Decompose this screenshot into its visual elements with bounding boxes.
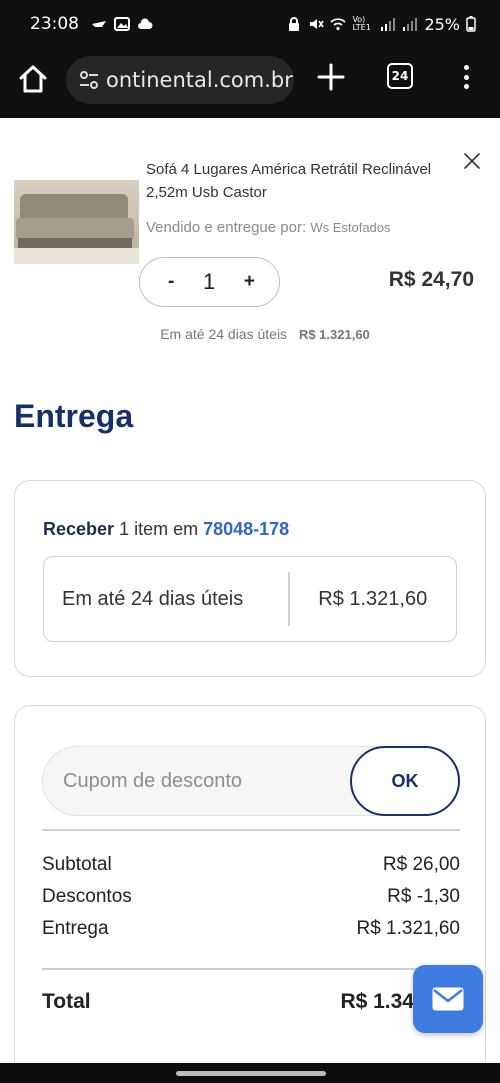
product-price: R$ 24,70 (388, 268, 474, 291)
cloud-notification-icon (138, 18, 153, 29)
signal-icon (381, 18, 396, 31)
home-icon[interactable] (16, 62, 50, 96)
coupon-field: OK (42, 746, 460, 816)
seller-name[interactable]: Ws Estofados (310, 220, 390, 235)
delivery-section-title: Entrega (14, 398, 134, 434)
total-value: R$ 1.34 (340, 990, 414, 1013)
quantity-stepper: - 1 + (139, 257, 280, 307)
summary-label: Subtotal (42, 854, 112, 875)
battery-percent: 25% (424, 14, 460, 34)
summary-row-delivery: Entrega R$ 1.321,60 (42, 918, 460, 940)
close-icon[interactable] (463, 152, 481, 170)
status-notification-icons (91, 17, 153, 31)
receive-text: 1 item em (119, 519, 199, 539)
summary-divider-bottom (42, 968, 460, 970)
total-label: Total (42, 990, 91, 1013)
coupon-input[interactable] (63, 763, 323, 799)
delivery-card: Receber 1 item em 78048-178 Em até 24 di… (14, 480, 486, 677)
cep-link[interactable]: 78048-178 (203, 519, 289, 539)
receive-label: Receber (43, 519, 115, 539)
product-delivery-days: Em até 24 dias úteis (160, 326, 288, 342)
ship-notification-icon (92, 21, 106, 27)
status-time: 23:08 (30, 14, 79, 34)
quantity-decrease-button[interactable]: - (168, 271, 174, 293)
summary-row-total: Total R$ 1.34 (42, 990, 414, 1014)
status-bar: 23:08 Vo) LTE1 25% (0, 0, 500, 48)
address-bar[interactable]: ontinental.com.br (66, 56, 294, 104)
signal-2-icon (403, 18, 418, 31)
quantity-increase-button[interactable]: + (244, 271, 255, 293)
product-image[interactable] (14, 180, 139, 264)
shipping-option[interactable]: Em até 24 dias úteis R$ 1.321,60 (43, 556, 457, 642)
contact-mail-button[interactable] (413, 965, 483, 1033)
seller-prefix: Vendido e entregue por: (146, 219, 307, 236)
site-settings-icon[interactable] (78, 69, 100, 91)
overflow-menu-icon[interactable] (458, 62, 474, 92)
receive-line: Receber 1 item em 78048-178 (43, 519, 289, 540)
shipping-option-price: R$ 1.321,60 (318, 587, 428, 610)
summary-value: R$ 26,00 (382, 854, 460, 875)
product-delivery-note: Em até 24 dias úteis R$ 1.321,60 (0, 326, 500, 342)
url-text: ontinental.com.br (106, 68, 293, 92)
mail-icon (432, 987, 464, 1011)
product-delivery-price: R$ 1.321,60 (298, 327, 370, 342)
summary-label: Descontos (42, 886, 132, 907)
new-tab-icon[interactable] (316, 62, 346, 92)
browser-toolbar: ontinental.com.br 24 (0, 48, 500, 118)
status-system-icons: Vo) LTE1 25% (286, 15, 476, 34)
gallery-notification-icon (114, 17, 130, 31)
seller-info: Vendido e entregue por: Ws Estofados (146, 219, 391, 236)
tab-switcher-icon[interactable]: 24 (387, 63, 413, 89)
battery-icon (466, 16, 476, 32)
summary-divider-top (42, 829, 460, 831)
mute-icon (310, 19, 325, 29)
summary-value: R$ 1.321,60 (356, 918, 460, 939)
summary-value: R$ -1,30 (387, 886, 460, 907)
network-label: Vo) LTE1 (352, 15, 371, 32)
product-title[interactable]: Sofá 4 Lugares América Retrátil Reclináv… (146, 158, 446, 204)
quantity-value: 1 (202, 269, 216, 294)
tab-count: 24 (391, 69, 409, 83)
home-gesture-handle[interactable] (176, 1071, 326, 1076)
shipping-option-days: Em até 24 dias úteis (62, 587, 244, 610)
lock-status-icon (289, 17, 300, 31)
coupon-ok-button[interactable]: OK (350, 746, 460, 816)
summary-label: Entrega (42, 918, 109, 939)
summary-row-subtotal: Subtotal R$ 26,00 (42, 854, 460, 876)
summary-row-discounts: Descontos R$ -1,30 (42, 886, 460, 908)
wifi-icon (330, 18, 346, 31)
